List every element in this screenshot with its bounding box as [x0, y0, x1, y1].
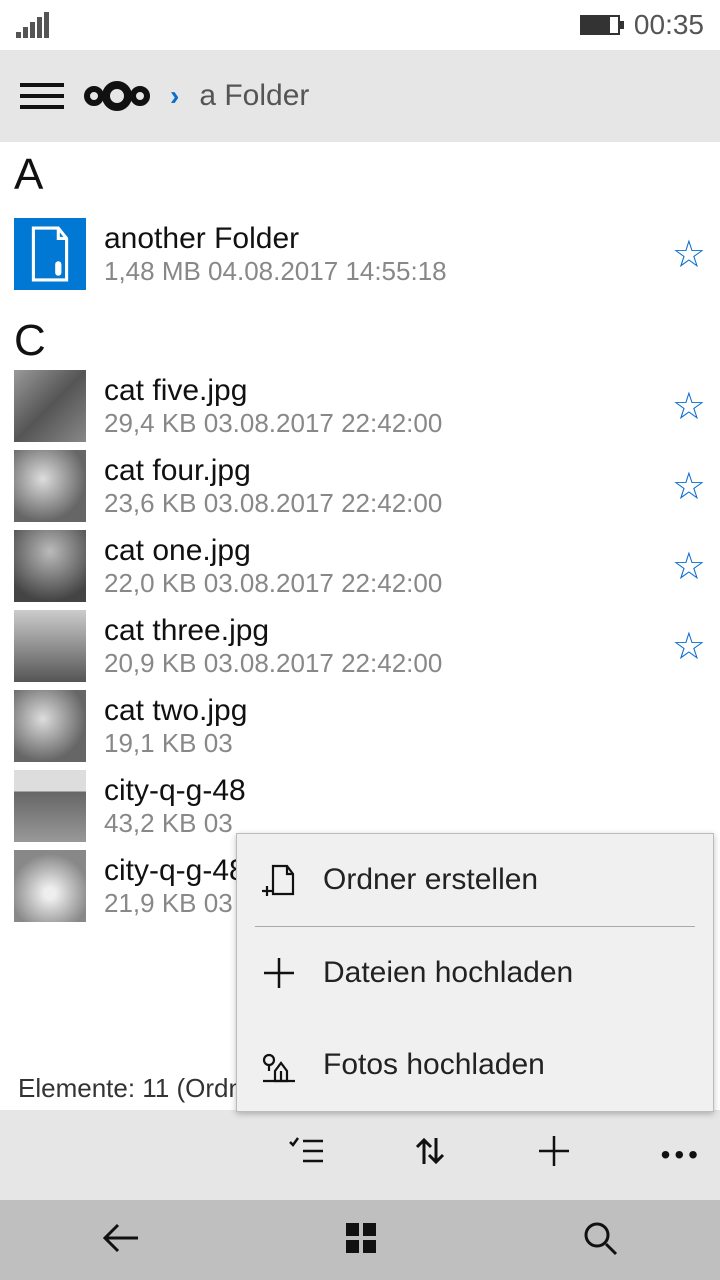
upload-files-item[interactable]: Dateien hochladen — [237, 927, 713, 1019]
item-name: cat four.jpg — [104, 454, 654, 488]
status-bar: 00:35 — [0, 0, 720, 50]
thumbnail-icon — [14, 370, 86, 442]
list-item-folder[interactable]: another Folder 1,48 MB 04.08.2017 14:55:… — [0, 200, 720, 308]
star-icon[interactable]: ☆ — [672, 384, 706, 429]
home-button[interactable] — [344, 1221, 378, 1260]
list-item[interactable]: cat five.jpg 29,4 KB 03.08.2017 22:42:00… — [0, 366, 720, 446]
battery-icon — [580, 15, 620, 35]
item-meta: 29,4 KB 03.08.2017 22:42:00 — [104, 408, 654, 439]
add-menu-popup: Ordner erstellen Dateien hochladen Fotos… — [236, 833, 714, 1112]
item-name: another Folder — [104, 222, 654, 256]
popup-label: Fotos hochladen — [323, 1048, 545, 1082]
popup-label: Ordner erstellen — [323, 863, 538, 897]
item-name: cat three.jpg — [104, 614, 654, 648]
breadcrumb-folder[interactable]: a Folder — [199, 79, 309, 113]
list-item[interactable]: cat one.jpg 22,0 KB 03.08.2017 22:42:00 … — [0, 526, 720, 606]
star-icon[interactable]: ☆ — [672, 544, 706, 589]
back-button[interactable] — [102, 1221, 140, 1260]
thumbnail-icon — [14, 850, 86, 922]
list-item[interactable]: cat two.jpg 19,1 KB 03 — [0, 686, 720, 766]
search-button[interactable] — [582, 1220, 618, 1261]
list-item[interactable]: cat three.jpg 20,9 KB 03.08.2017 22:42:0… — [0, 606, 720, 686]
create-folder-item[interactable]: Ordner erstellen — [237, 834, 713, 926]
system-nav — [0, 1200, 720, 1280]
list-item[interactable]: cat four.jpg 23,6 KB 03.08.2017 22:42:00… — [0, 446, 720, 526]
item-name: cat two.jpg — [104, 694, 706, 728]
select-button[interactable] — [289, 1136, 323, 1175]
chevron-right-icon: › — [170, 80, 179, 112]
thumbnail-icon — [14, 450, 86, 522]
folder-icon — [14, 218, 86, 290]
section-header[interactable]: C — [0, 308, 720, 366]
item-meta: 23,6 KB 03.08.2017 22:42:00 — [104, 488, 654, 519]
popup-label: Dateien hochladen — [323, 956, 573, 990]
clock: 00:35 — [634, 9, 704, 41]
star-icon[interactable]: ☆ — [672, 232, 706, 277]
star-icon[interactable]: ☆ — [672, 464, 706, 509]
item-name: city-q-g-48 — [104, 774, 706, 808]
item-meta: 1,48 MB 04.08.2017 14:55:18 — [104, 256, 654, 287]
menu-button[interactable] — [20, 83, 64, 109]
sort-button[interactable] — [413, 1134, 447, 1177]
more-button[interactable]: ••• — [661, 1139, 702, 1171]
app-logo-icon[interactable] — [84, 81, 150, 111]
command-bar: ••• — [0, 1110, 720, 1200]
item-meta: 19,1 KB 03 — [104, 728, 706, 759]
app-header: › a Folder — [0, 50, 720, 142]
thumbnail-icon — [14, 690, 86, 762]
thumbnail-icon — [14, 770, 86, 842]
thumbnail-icon — [14, 530, 86, 602]
thumbnail-icon — [14, 610, 86, 682]
star-icon[interactable]: ☆ — [672, 624, 706, 669]
signal-icon — [16, 12, 49, 38]
item-meta: 20,9 KB 03.08.2017 22:42:00 — [104, 648, 654, 679]
section-header[interactable]: A — [0, 142, 720, 200]
item-meta: 22,0 KB 03.08.2017 22:42:00 — [104, 568, 654, 599]
item-name: cat five.jpg — [104, 374, 654, 408]
item-name: cat one.jpg — [104, 534, 654, 568]
add-button[interactable] — [537, 1134, 571, 1177]
upload-photos-item[interactable]: Fotos hochladen — [237, 1019, 713, 1111]
